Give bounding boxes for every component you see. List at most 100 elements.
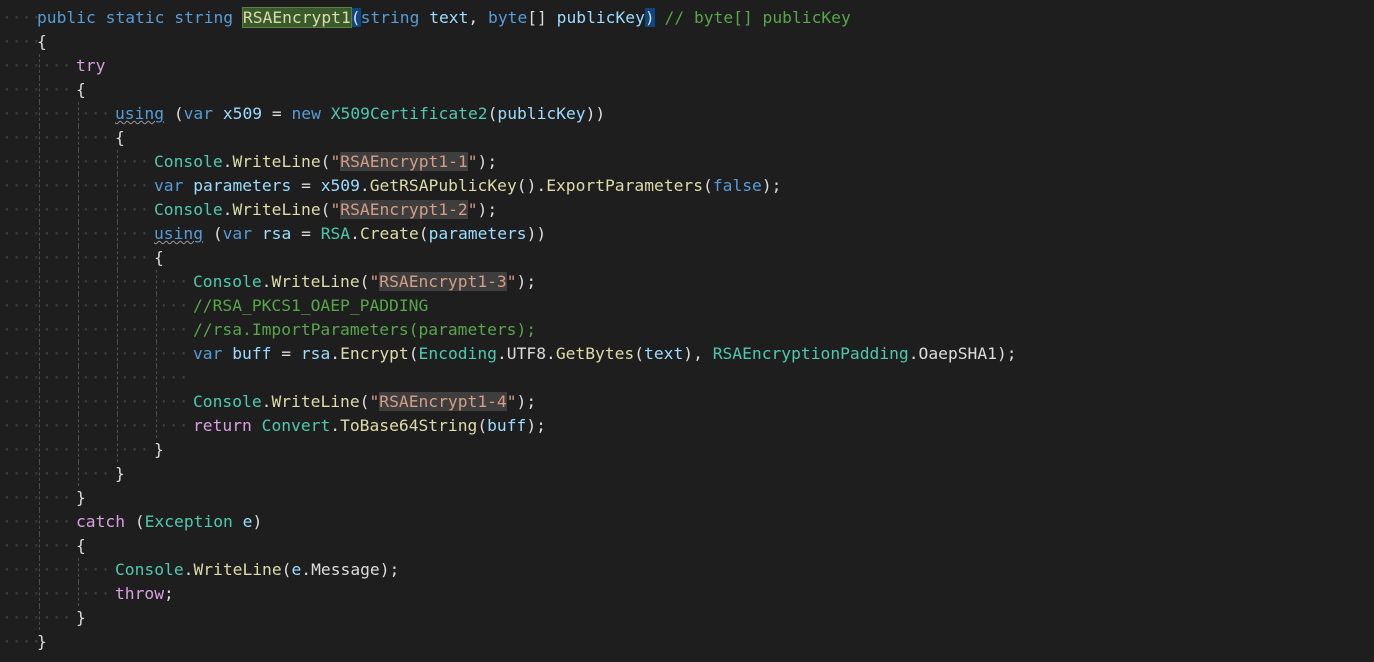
indent-guide (39, 150, 40, 174)
code-line[interactable]: ···· ··· ··· ··· ··· Console.WriteLine("RSAEn… (0, 270, 1374, 294)
code-content: catch (Exception e) (76, 510, 262, 534)
indent-guide (39, 558, 40, 582)
code-line[interactable]: ····{ (0, 30, 1374, 54)
code-token: RSA (320, 224, 351, 243)
whitespace-marker: ··· (42, 152, 72, 171)
whitespace-marker: ··· (81, 224, 111, 243)
code-line[interactable]: ···· ··· ··· throw; (0, 582, 1374, 606)
whitespace-marker: ··· (81, 560, 111, 579)
indent-guide (39, 342, 40, 366)
code-line[interactable]: ···· ···} (0, 606, 1374, 630)
code-line[interactable]: ···· ··· ···{ (0, 126, 1374, 150)
code-content: } (154, 438, 164, 462)
code-line[interactable]: ···· ··· ··· ··· var parameters = x509.GetRS… (0, 174, 1374, 198)
code-token: . (222, 152, 233, 171)
code-line[interactable]: ···· ···{ (0, 534, 1374, 558)
code-content: public static string RSAEncrypt1(string … (37, 6, 851, 30)
code-token: e (242, 512, 253, 531)
code-token: Console (193, 272, 262, 291)
code-token: Console (193, 392, 262, 411)
code-token: ); (996, 344, 1017, 363)
code-line[interactable]: ···· ··· ··· using (var x509 = new X509Cert… (0, 102, 1374, 126)
whitespace-marker: ···· (2, 536, 42, 555)
indent-guide (39, 606, 40, 630)
whitespace-marker: ··· (81, 320, 111, 339)
code-line[interactable]: ···· ··· ··· ··· Console.WriteLine("RSAEncry… (0, 198, 1374, 222)
code-token: ) (644, 8, 655, 27)
indent-guide (156, 318, 157, 342)
indent-guide (78, 318, 79, 342)
code-token: ); (477, 152, 498, 171)
code-token: string (360, 8, 420, 27)
code-line[interactable]: ···· ··· ··· ···} (0, 438, 1374, 462)
indent-guide (117, 222, 118, 246)
code-token: . (359, 176, 370, 195)
code-token: ToBase64String (340, 416, 478, 435)
indent-guide (78, 270, 79, 294)
code-content: try (76, 54, 105, 78)
whitespace-marker: ···· (2, 32, 42, 51)
code-token: GetRSAPublicKey (369, 176, 517, 195)
indent-guide (39, 222, 40, 246)
code-token: RSAEncrypt1 (241, 7, 352, 28)
code-line[interactable]: ···· ···} (0, 486, 1374, 510)
code-token: ); (526, 416, 546, 435)
code-token: publicKey (556, 8, 645, 27)
code-line[interactable]: ···· ··· ··· ··· ··· Console.WriteLine("RSAEn… (0, 390, 1374, 414)
code-line[interactable]: ···· ··· ··· ··· ··· var buff = rsa.Encrypt(E… (0, 342, 1374, 366)
code-token: UTF8 (506, 344, 546, 363)
indent-guide (39, 54, 40, 78)
code-line[interactable]: ···· ···{ (0, 78, 1374, 102)
whitespace-marker: ···· (2, 152, 42, 171)
code-token: Console (115, 560, 184, 579)
code-line[interactable]: ···· ··· ··· ··· using (var rsa = RSA.Create… (0, 222, 1374, 246)
code-token: var (222, 224, 253, 243)
indent-guide (117, 390, 118, 414)
code-token: { (37, 32, 47, 51)
indent-guide (78, 342, 79, 366)
whitespace-marker: ···· (2, 320, 42, 339)
code-line[interactable]: ···· ··· ··· ··· ··· (0, 366, 1374, 390)
code-content: //RSA_PKCS1_OAEP_PADDING (193, 294, 428, 318)
code-content: { (76, 534, 86, 558)
code-token: . (496, 344, 507, 363)
whitespace-marker: ··· (120, 392, 150, 411)
code-line[interactable]: ···· ··· try (0, 54, 1374, 78)
code-line[interactable]: ····} (0, 630, 1374, 654)
code-line[interactable]: ···· ··· ··· ··· ···//rsa.ImportParameters(p… (0, 318, 1374, 342)
whitespace-marker: ··· (120, 416, 150, 435)
code-token: , (468, 8, 489, 27)
code-token: RSAEncrypt1-2 (340, 200, 468, 219)
code-token: // byte[] publicKey (664, 8, 851, 27)
whitespace-marker: ··· (120, 272, 150, 291)
code-line[interactable]: ···· ··· ··· ··· ··· return Convert.ToBase64S… (0, 414, 1374, 438)
code-line[interactable]: ···· ··· ··· ···{ (0, 246, 1374, 270)
code-line[interactable]: ···· public static string RSAEncrypt1(str… (0, 6, 1374, 30)
code-token: catch (76, 512, 126, 531)
code-token: } (76, 608, 86, 627)
indent-guide (117, 174, 118, 198)
indent-guide (78, 438, 79, 462)
code-token: Convert (261, 416, 331, 435)
indent-guide (156, 342, 157, 366)
code-content: { (154, 246, 164, 270)
code-token: throw (115, 584, 165, 603)
code-line[interactable]: ···· ··· ··· Console.WriteLine(e.Message); (0, 558, 1374, 582)
code-editor[interactable]: ···· public static string RSAEncrypt1(str… (0, 0, 1374, 662)
indent-guide (39, 438, 40, 462)
code-line[interactable]: ···· ··· catch (Exception e) (0, 510, 1374, 534)
code-token: WriteLine (271, 392, 360, 411)
code-line[interactable]: ···· ··· ···} (0, 462, 1374, 486)
code-token: ( (477, 416, 488, 435)
whitespace-marker: ···· (2, 272, 42, 291)
whitespace-marker: ··· (81, 128, 111, 147)
code-token: return (193, 416, 252, 435)
code-token: Encoding (418, 344, 497, 363)
code-token: [] (527, 8, 557, 27)
code-line[interactable]: ···· ··· ··· ··· Console.WriteLine("RSAEncry… (0, 150, 1374, 174)
indent-guide (117, 150, 118, 174)
code-token: { (115, 128, 125, 147)
code-line[interactable]: ···· ··· ··· ··· ···//RSA_PKCS1_OAEP_PADDING (0, 294, 1374, 318)
